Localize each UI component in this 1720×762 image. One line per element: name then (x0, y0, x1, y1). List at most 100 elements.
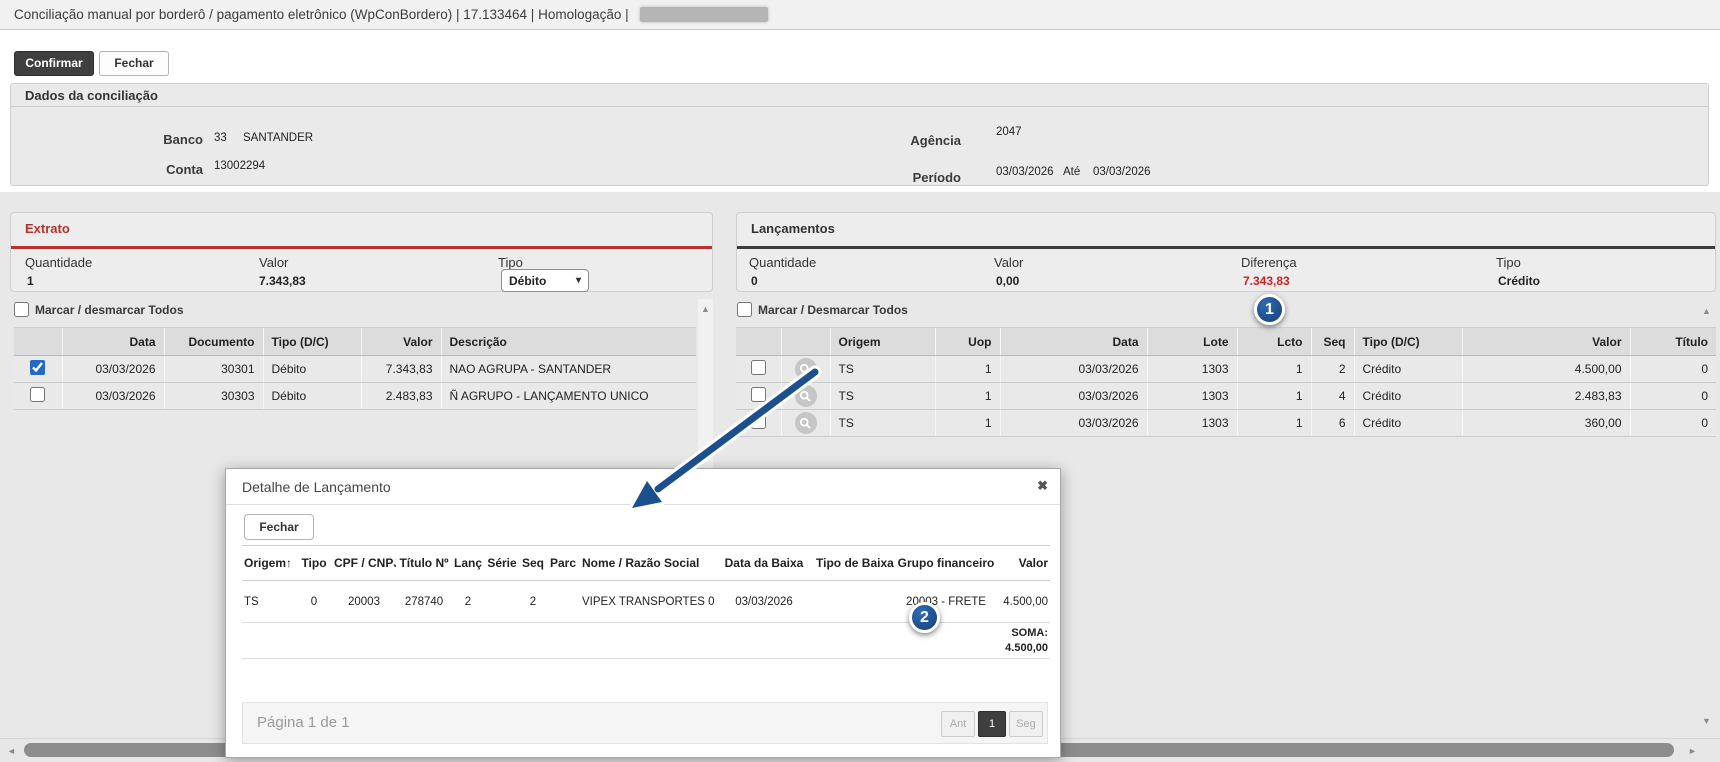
extrato-title: Extrato (25, 221, 70, 236)
scroll-right-icon[interactable]: ► (1688, 746, 1697, 756)
lancamentos-table: Origem Uop Data Lote Lcto Seq Tipo (D/C)… (736, 327, 1716, 437)
table-row[interactable]: 03/03/2026 30303 Débito 2.483,83 Ñ AGRUP… (14, 383, 696, 410)
app-window: Conciliação manual por borderô / pagamen… (0, 0, 1720, 762)
extrato-panel: Extrato Quantidade 1 Valor 7.343,83 Tipo… (10, 212, 713, 292)
lanc-col-icon (781, 328, 830, 356)
cell-tipo: Crédito (1354, 356, 1462, 383)
zoom-detail-button[interactable] (795, 358, 817, 380)
lancamentos-title: Lançamentos (751, 221, 835, 236)
col-grupo: Grupo financeiro (894, 546, 998, 581)
redacted-text (640, 7, 768, 22)
zoom-detail-button[interactable] (795, 385, 817, 407)
cell-valor: 2.483,83 (361, 383, 441, 410)
col-titulo-no: Título Nº (396, 546, 452, 581)
lanc-diferenca-label: Diferença (1241, 255, 1297, 270)
dados-panel-title: Dados da conciliação (11, 84, 1708, 107)
banco-label: Banco (123, 132, 203, 147)
cell-seq: 2 (520, 581, 546, 623)
lanc-col-check (736, 328, 781, 356)
lanc-row-checkbox[interactable] (751, 414, 766, 429)
window-title-bar: Conciliação manual por borderô / pagamen… (0, 0, 1720, 30)
lanc-col-lcto: Lcto (1237, 328, 1311, 356)
extrato-col-tipo: Tipo (D/C) (263, 328, 361, 356)
extrato-col-check (14, 328, 62, 356)
col-nome: Nome / Razão Social (580, 546, 714, 581)
cell-lcto: 1 (1237, 410, 1311, 437)
lanc-row-checkbox[interactable] (751, 387, 766, 402)
lanc-col-data: Data (1000, 328, 1147, 356)
cell-tipo: Crédito (1354, 410, 1462, 437)
extrato-marcar-checkbox[interactable] (14, 302, 29, 317)
extrato-row-checkbox[interactable] (30, 387, 45, 402)
cell-documento: 30301 (164, 356, 263, 383)
cell-data-baixa: 03/03/2026 (714, 581, 814, 623)
extrato-tipo-select[interactable]: Débito ▾ (501, 269, 589, 292)
table-row[interactable]: TS 1 03/03/2026 1303 1 2 Crédito 4.500,0… (736, 356, 1716, 383)
conta-label: Conta (123, 162, 203, 177)
dados-conciliacao-panel: Dados da conciliação Banco 33 SANTANDER … (10, 83, 1709, 186)
banco-name: SANTANDER (243, 132, 313, 144)
scroll-up-icon[interactable]: ▲ (1702, 306, 1711, 316)
sort-asc-icon: ↑ (286, 556, 292, 570)
table-row[interactable]: TS 1 03/03/2026 1303 1 4 Crédito 2.483,8… (736, 383, 1716, 410)
cell-origem: TS (242, 581, 296, 623)
cell-cpf-cnpj: 20003 (332, 581, 396, 623)
close-icon[interactable]: ✖ (1037, 478, 1048, 494)
cell-origem: TS (830, 356, 935, 383)
periodo-de: 03/03/2026 (996, 166, 1054, 178)
cell-parc (546, 581, 580, 623)
scroll-left-icon[interactable]: ◄ (7, 746, 16, 756)
pagination-page-1-button[interactable]: 1 (978, 711, 1006, 737)
conta-value: 13002294 (214, 160, 265, 172)
extrato-col-descricao: Descrição (441, 328, 696, 356)
cell-lote: 1303 (1147, 356, 1237, 383)
soma-value: 4.500,00 (244, 641, 1048, 656)
scroll-up-icon[interactable]: ▲ (701, 304, 710, 314)
confirmar-button[interactable]: Confirmar (14, 51, 94, 76)
lanc-row-checkbox[interactable] (751, 360, 766, 375)
cell-tipo-baixa (814, 581, 894, 623)
cell-valor: 2.483,83 (1462, 383, 1630, 410)
fechar-button[interactable]: Fechar (99, 51, 169, 76)
modal-title: Detalhe de Lançamento (226, 469, 1060, 505)
lanc-col-lote: Lote (1147, 328, 1237, 356)
cell-descricao: Ñ AGRUPO - LANÇAMENTO UNICO (441, 383, 696, 410)
col-origem-sortable[interactable]: Origem↑ (242, 546, 296, 581)
cell-lcto: 1 (1237, 383, 1311, 410)
pagination-prev-button[interactable]: Ant (941, 711, 975, 737)
extrato-quantidade-label: Quantidade (25, 255, 92, 270)
scroll-down-icon[interactable]: ▼ (1702, 716, 1711, 726)
cell-data: 03/03/2026 (1000, 410, 1147, 437)
pagination-next-button[interactable]: Seg (1009, 711, 1043, 737)
lancamentos-rule (737, 246, 1715, 249)
lanc-valor-value: 0,00 (996, 274, 1019, 288)
lanc-tipo-value: Crédito (1498, 274, 1540, 288)
modal-fechar-button[interactable]: Fechar (244, 514, 314, 540)
col-seq: Seq (520, 546, 546, 581)
table-row[interactable]: TS 1 03/03/2026 1303 1 6 Crédito 360,00 … (736, 410, 1716, 437)
col-tipo: Tipo (296, 546, 332, 581)
lanc-quantidade-label: Quantidade (749, 255, 816, 270)
lancamentos-panel: Lançamentos Quantidade 0 Valor 0,00 Dife… (736, 212, 1716, 292)
col-valor: Valor (998, 546, 1050, 581)
cell-tipo: Débito (263, 383, 361, 410)
lanc-col-titulo: Título (1630, 328, 1716, 356)
extrato-row-checkbox[interactable] (30, 360, 45, 375)
lanc-col-valor: Valor (1462, 328, 1630, 356)
lanc-marcar-checkbox[interactable] (737, 302, 752, 317)
agencia-label: Agência (881, 133, 961, 148)
cell-lcto: 1 (1237, 356, 1311, 383)
pagination-bar: Página 1 de 1 Ant 1 Seg (242, 702, 1048, 744)
pagination-info: Página 1 de 1 (257, 714, 350, 731)
cell-origem: TS (830, 383, 935, 410)
cell-serie (484, 581, 520, 623)
banco-code: 33 (214, 132, 227, 144)
cell-valor: 4.500,00 (998, 581, 1050, 623)
cell-descricao: NAO AGRUPA - SANTANDER (441, 356, 696, 383)
cell-valor: 7.343,83 (361, 356, 441, 383)
col-origem-label: Origem (244, 556, 286, 570)
zoom-detail-button[interactable] (795, 412, 817, 434)
extrato-col-documento: Documento (164, 328, 263, 356)
table-row[interactable]: 03/03/2026 30301 Débito 7.343,83 NAO AGR… (14, 356, 696, 383)
extrato-tipo-label: Tipo (498, 255, 523, 270)
